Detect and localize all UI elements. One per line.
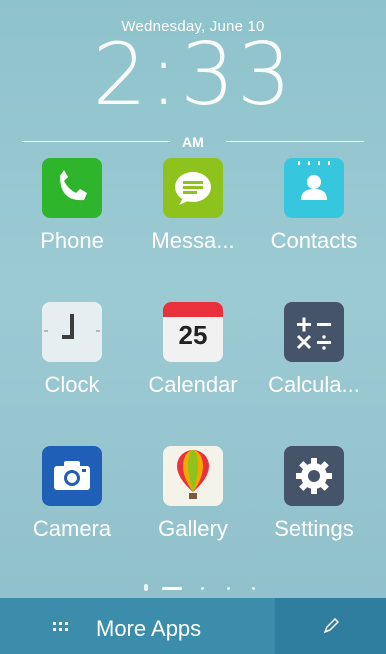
current-page-dot (162, 587, 182, 590)
page-indicator[interactable] (0, 584, 386, 594)
app-label: Clock (44, 372, 100, 397)
app-calculator[interactable]: Calcula... (254, 302, 374, 398)
clock-icon (42, 302, 102, 362)
app-gallery[interactable]: Gallery (133, 446, 253, 542)
app-phone[interactable]: Phone (12, 158, 132, 254)
ampm-label: AM (182, 134, 204, 150)
app-calendar[interactable]: 25 Calendar (133, 302, 253, 398)
app-label: Calendar (148, 372, 238, 397)
more-apps-button[interactable]: More Apps (0, 598, 275, 654)
app-messages[interactable]: Messa... (133, 158, 253, 254)
app-label: Settings (274, 516, 354, 541)
app-label: Camera (32, 516, 112, 541)
app-label: Messa... (151, 228, 235, 253)
contacts-icon (284, 158, 344, 218)
calendar-day: 25 (178, 320, 208, 350)
messages-icon (163, 158, 223, 218)
calendar-icon: 25 (163, 302, 223, 362)
ampm-row: AM (22, 134, 364, 150)
settings-icon (284, 446, 344, 506)
app-label: Phone (40, 228, 104, 253)
app-label: Calcula... (268, 372, 360, 397)
bottom-bar: More Apps (0, 598, 386, 654)
app-clock[interactable]: Clock (12, 302, 132, 398)
calculator-icon (284, 302, 344, 362)
person-icon (144, 584, 148, 591)
divider-right (226, 141, 364, 142)
app-contacts[interactable]: Contacts (254, 158, 374, 254)
page-dot (227, 587, 230, 590)
more-apps-label: More Apps (96, 616, 202, 641)
app-label: Contacts (270, 228, 358, 253)
grid-icon (53, 622, 71, 634)
time-display[interactable]: 2:33 (0, 32, 386, 118)
app-camera[interactable]: Camera (12, 446, 132, 542)
phone-icon (42, 158, 102, 218)
camera-icon (42, 446, 102, 506)
gallery-icon (163, 446, 223, 506)
divider-left (22, 141, 170, 142)
pencil-icon (323, 618, 339, 634)
page-dot (252, 587, 255, 590)
app-label: Gallery (158, 516, 228, 541)
app-settings[interactable]: Settings (254, 446, 374, 542)
edit-button[interactable] (275, 598, 386, 654)
page-dot (201, 587, 204, 590)
